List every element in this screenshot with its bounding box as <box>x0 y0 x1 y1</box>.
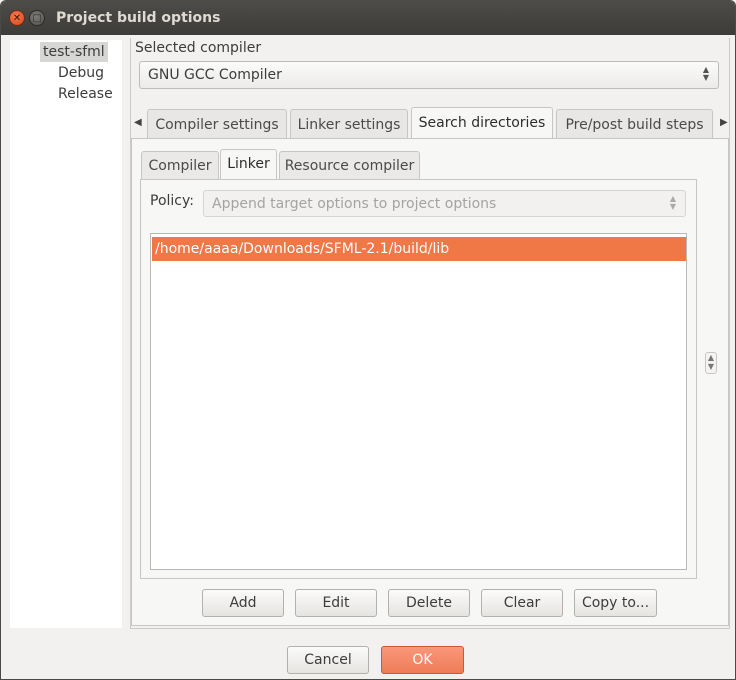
tab-scroll-left-icon[interactable]: ◀ <box>134 117 142 128</box>
compiler-select-value: GNU GCC Compiler <box>148 67 282 83</box>
tree-item-project[interactable]: test-sfml <box>40 42 108 62</box>
tab-linker-settings[interactable]: Linker settings <box>290 109 408 139</box>
directories-list[interactable]: /home/aaaa/Downloads/SFML-2.1/build/lib <box>150 233 687 570</box>
close-window-button[interactable]: ✕ <box>9 10 25 26</box>
maximize-icon: □ <box>32 13 42 24</box>
spinner-arrows-icon: ▲ ▼ <box>669 194 677 211</box>
tree-item-debug[interactable]: Debug <box>58 65 104 81</box>
target-tree: test-sfml Debug Release <box>10 40 122 628</box>
ok-button[interactable]: OK <box>381 646 464 674</box>
title-bar: ✕ □ Project build options <box>1 1 735 35</box>
policy-select-value: Append target options to project options <box>212 196 497 212</box>
copy-to-button[interactable]: Copy to... <box>574 589 657 617</box>
tree-item-release[interactable]: Release <box>58 86 113 102</box>
selected-compiler-label: Selected compiler <box>135 40 262 56</box>
maximize-window-button[interactable]: □ <box>29 10 45 26</box>
cancel-button[interactable]: Cancel <box>287 646 369 674</box>
close-icon: ✕ <box>12 13 22 24</box>
list-item[interactable]: /home/aaaa/Downloads/SFML-2.1/build/lib <box>152 237 686 261</box>
policy-select: Append target options to project options… <box>203 190 686 217</box>
add-button[interactable]: Add <box>202 589 284 617</box>
build-options-window: ✕ □ Project build options test-sfml Debu… <box>0 0 736 680</box>
spinner-arrows-icon: ▲ ▼ <box>702 65 710 82</box>
tab-search-directories[interactable]: Search directories <box>411 107 553 139</box>
delete-button[interactable]: Delete <box>388 589 470 617</box>
policy-label: Policy: <box>150 193 194 209</box>
tab-scroll-right-icon[interactable]: ▶ <box>720 117 728 128</box>
compiler-select[interactable]: GNU GCC Compiler ▲ ▼ <box>139 61 719 89</box>
tab-pre-post-build-steps[interactable]: Pre/post build steps <box>556 109 713 139</box>
tab-compiler-settings[interactable]: Compiler settings <box>147 109 287 139</box>
clear-button[interactable]: Clear <box>481 589 563 617</box>
move-item-spinner[interactable]: ▲ ▼ <box>705 352 717 374</box>
window-title: Project build options <box>56 10 221 26</box>
move-up-icon: ▲ <box>707 353 715 362</box>
move-down-icon: ▼ <box>707 362 715 371</box>
tab-resource-compiler[interactable]: Resource compiler <box>279 151 420 179</box>
edit-button[interactable]: Edit <box>295 589 377 617</box>
tab-linker[interactable]: Linker <box>220 149 277 179</box>
tab-compiler[interactable]: Compiler <box>141 151 219 179</box>
